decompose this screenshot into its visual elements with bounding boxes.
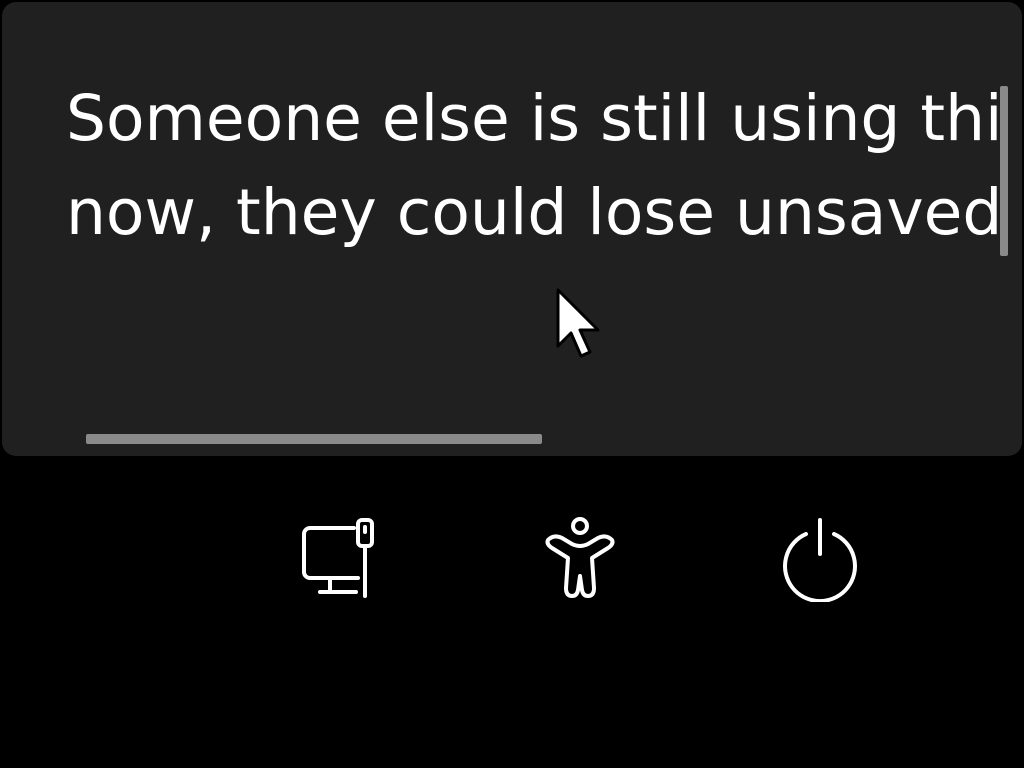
mouse-pointer-icon <box>556 288 606 364</box>
horizontal-scrollbar-thumb[interactable] <box>86 434 542 444</box>
network-icon <box>296 514 384 602</box>
accessibility-button[interactable] <box>536 514 624 602</box>
warning-dialog: Someone else is still using this now, th… <box>2 2 1022 456</box>
accessibility-icon <box>536 514 624 602</box>
power-button[interactable] <box>776 514 864 602</box>
vertical-scrollbar-thumb[interactable] <box>1000 86 1008 256</box>
message-line-2: now, they could lose unsaved v <box>66 176 1000 249</box>
message-scroll-area[interactable]: Someone else is still using this now, th… <box>66 72 1000 262</box>
bottom-action-bar <box>0 514 1024 604</box>
message-line-1: Someone else is still using this <box>66 82 1000 155</box>
network-button[interactable] <box>296 514 384 602</box>
power-icon <box>776 514 864 602</box>
warning-message: Someone else is still using this now, th… <box>66 72 1000 260</box>
